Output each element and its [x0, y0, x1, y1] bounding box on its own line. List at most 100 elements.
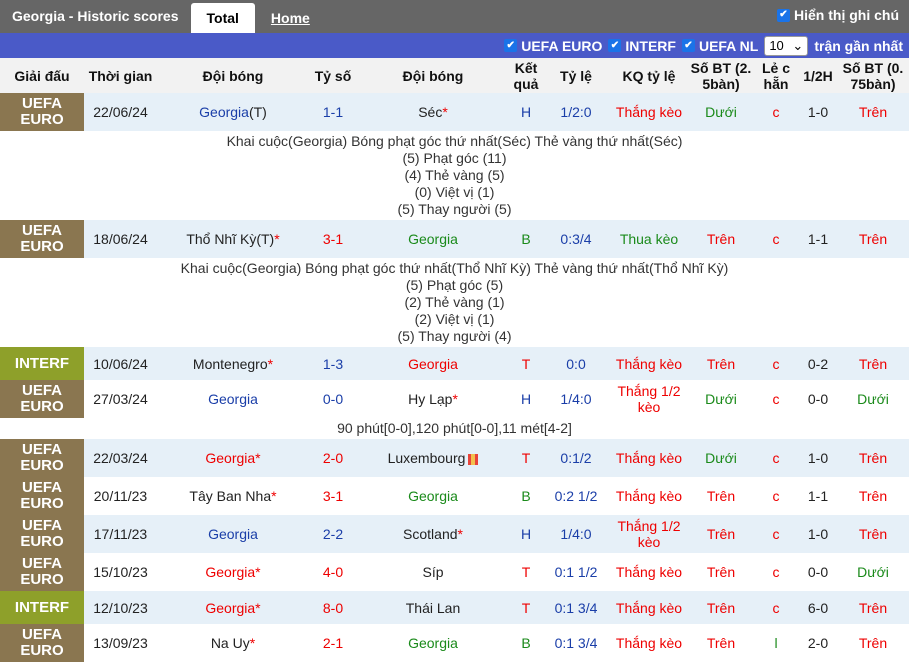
table-row[interactable]: UEFA EURO 13/09/23 Na Uy* 2-1 Georgia B …: [0, 624, 909, 662]
home-team-name[interactable]: Tây Ban Nha: [189, 488, 271, 504]
table-row[interactable]: UEFA EURO 18/06/24 Thổ Nhĩ Kỳ(T)* 3-1 Ge…: [0, 220, 909, 258]
score[interactable]: 2-2: [309, 515, 357, 553]
half-score: 1-1: [799, 477, 837, 515]
away-team[interactable]: Thái Lan: [357, 591, 509, 624]
table-row[interactable]: INTERF 12/10/23 Georgia* 8-0 Thái Lan T …: [0, 591, 909, 624]
home-team-name[interactable]: Georgia: [208, 526, 258, 542]
league-badge[interactable]: INTERF: [0, 591, 84, 624]
away-team-name[interactable]: Luxembourg: [388, 450, 466, 466]
half-score: 0-2: [799, 347, 837, 380]
score[interactable]: 8-0: [309, 591, 357, 624]
table-row[interactable]: UEFA EURO 20/11/23 Tây Ban Nha* 3-1 Geor…: [0, 477, 909, 515]
filter-uefa-euro[interactable]: ✔ UEFA EURO: [504, 38, 602, 54]
home-team-name[interactable]: Montenegro: [193, 356, 268, 372]
away-team[interactable]: Hy Lạp*: [357, 380, 509, 418]
away-team-name[interactable]: Thái Lan: [406, 600, 460, 616]
home-team-name[interactable]: Georgia: [205, 564, 255, 580]
home-team-name[interactable]: Na Uy: [211, 635, 250, 651]
over-under: Trên: [689, 347, 753, 380]
away-team[interactable]: Séc*: [357, 93, 509, 131]
filter-interf[interactable]: ✔ INTERF: [608, 38, 676, 54]
over-under-2: Trên: [837, 591, 909, 624]
table-row[interactable]: UEFA EURO 15/10/23 Georgia* 4-0 Síp T 0:…: [0, 553, 909, 591]
away-team[interactable]: Scotland*: [357, 515, 509, 553]
home-star: *: [255, 564, 261, 580]
league-badge[interactable]: UEFA EURO: [0, 439, 84, 477]
away-team-name[interactable]: Scotland: [403, 526, 457, 542]
match-count-select[interactable]: 10 ⌄: [764, 35, 809, 56]
league-badge[interactable]: UEFA EURO: [0, 477, 84, 515]
home-team[interactable]: Georgia*: [157, 439, 309, 477]
home-star: *: [267, 355, 274, 372]
home-team[interactable]: Georgia(T): [157, 93, 309, 131]
home-team[interactable]: Georgia: [157, 515, 309, 553]
league-badge[interactable]: UEFA EURO: [0, 380, 84, 418]
score[interactable]: 2-1: [309, 624, 357, 662]
home-team[interactable]: Na Uy*: [157, 624, 309, 662]
tab-total[interactable]: Total: [190, 3, 255, 33]
score[interactable]: 2-0: [309, 439, 357, 477]
checkbox-checked-icon[interactable]: ✔: [777, 8, 790, 22]
away-team-name[interactable]: Séc: [418, 104, 442, 120]
detail-line: Khai cuộc(Georgia) Bóng phạt góc thứ nhấ…: [180, 260, 729, 276]
table-row[interactable]: UEFA EURO 22/03/24 Georgia* 2-0 Luxembou…: [0, 439, 909, 477]
table-row[interactable]: UEFA EURO 17/11/23 Georgia 2-2 Scotland*…: [0, 515, 909, 553]
score[interactable]: 0-0: [309, 380, 357, 418]
col-odds: Tỷ lệ: [543, 58, 609, 93]
away-team-name[interactable]: Georgia: [408, 635, 458, 651]
away-team[interactable]: Georgia: [357, 347, 509, 380]
score[interactable]: 3-1: [309, 477, 357, 515]
checkbox-checked-icon[interactable]: ✔: [608, 39, 622, 52]
show-note-toggle[interactable]: ✔ Hiển thị ghi chú: [777, 7, 899, 23]
chevron-down-icon: ⌄: [792, 37, 804, 53]
odds: 0:1 3/4: [543, 624, 609, 662]
home-team[interactable]: Tây Ban Nha*: [157, 477, 309, 515]
away-team-name[interactable]: Hy Lạp: [408, 391, 452, 407]
score[interactable]: 3-1: [309, 220, 357, 258]
home-team-name[interactable]: Thổ Nhĩ Kỳ: [186, 231, 256, 247]
filter-uefa-nl[interactable]: ✔ UEFA NL: [681, 38, 758, 54]
over-under: Dưới: [689, 93, 753, 131]
score[interactable]: 1-3: [309, 347, 357, 380]
home-team[interactable]: Georgia*: [157, 591, 309, 624]
home-team-name[interactable]: Georgia: [205, 450, 255, 466]
col-oddeven: Lẻ c hẵn: [753, 58, 799, 93]
league-badge[interactable]: UEFA EURO: [0, 624, 84, 662]
home-team-name[interactable]: Georgia: [208, 391, 258, 407]
checkbox-checked-icon[interactable]: ✔: [504, 39, 518, 52]
match-date: 17/11/23: [84, 515, 157, 553]
home-team-name[interactable]: Georgia: [199, 104, 249, 120]
home-team[interactable]: Georgia: [157, 380, 309, 418]
league-badge[interactable]: UEFA EURO: [0, 220, 84, 258]
away-team-name[interactable]: Georgia: [408, 488, 458, 504]
league-badge[interactable]: INTERF: [0, 347, 84, 380]
table-row[interactable]: UEFA EURO 22/06/24 Georgia(T) 1-1 Séc* H…: [0, 93, 909, 131]
league-badge[interactable]: UEFA EURO: [0, 553, 84, 591]
away-team[interactable]: Georgia: [357, 624, 509, 662]
match-result: T: [509, 591, 543, 624]
away-team[interactable]: Luxembourg: [357, 439, 509, 477]
away-team-name[interactable]: Síp: [422, 564, 443, 580]
table-row[interactable]: INTERF 10/06/24 Montenegro* 1-3 Georgia …: [0, 347, 909, 380]
odd-even: c: [753, 439, 799, 477]
home-team[interactable]: Thổ Nhĩ Kỳ(T)*: [157, 220, 309, 258]
score[interactable]: 1-1: [309, 93, 357, 131]
home-star: *: [255, 450, 261, 466]
away-team[interactable]: Síp: [357, 553, 509, 591]
away-team-name[interactable]: Georgia: [408, 231, 458, 247]
over-under-2: Trên: [837, 477, 909, 515]
league-badge[interactable]: UEFA EURO: [0, 93, 84, 131]
away-team[interactable]: Georgia: [357, 220, 509, 258]
home-team-name[interactable]: Georgia: [205, 600, 255, 616]
away-team-name[interactable]: Georgia: [408, 356, 458, 372]
score[interactable]: 4-0: [309, 553, 357, 591]
home-team[interactable]: Montenegro*: [157, 347, 309, 380]
col-score: Tỷ số: [309, 58, 357, 93]
tab-home[interactable]: Home: [255, 3, 326, 33]
table-row[interactable]: UEFA EURO 27/03/24 Georgia 0-0 Hy Lạp* H…: [0, 380, 909, 418]
home-team[interactable]: Georgia*: [157, 553, 309, 591]
away-team[interactable]: Georgia: [357, 477, 509, 515]
league-badge[interactable]: UEFA EURO: [0, 515, 84, 553]
checkbox-checked-icon[interactable]: ✔: [681, 39, 695, 52]
over-under-2: Trên: [837, 93, 909, 131]
